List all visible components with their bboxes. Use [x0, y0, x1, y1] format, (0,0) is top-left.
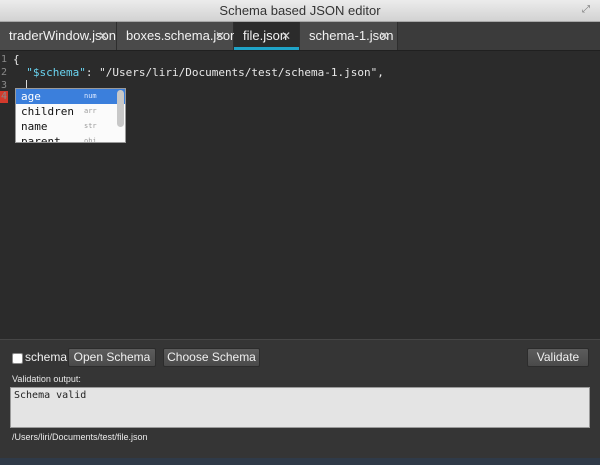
autocomplete-item-age[interactable]: age num — [16, 89, 125, 104]
active-tab-indicator — [234, 47, 299, 50]
tab-boxes-schema[interactable]: boxes.schema.json ✕ — [117, 22, 237, 50]
background-window-edge — [0, 458, 600, 465]
validate-button[interactable]: Validate — [527, 348, 589, 367]
json-key: "$schema" — [26, 66, 86, 79]
window-title: Schema based JSON editor — [219, 3, 381, 18]
close-icon[interactable]: ✕ — [379, 22, 389, 50]
close-icon[interactable]: ✕ — [215, 22, 225, 50]
autocomplete-label: children — [21, 105, 74, 118]
line-gutter: 1 2 3 4 — [0, 51, 10, 339]
autocomplete-type: obj — [84, 137, 97, 143]
autocomplete-popup[interactable]: age num children arr name str parent obj — [15, 88, 126, 143]
autocomplete-type: arr — [84, 107, 97, 115]
choose-schema-button[interactable]: Choose Schema — [163, 348, 260, 367]
line-number: 2 — [1, 67, 8, 78]
title-bar: Schema based JSON editor ⤢ — [0, 0, 600, 22]
open-brace: { — [13, 53, 20, 66]
validation-output-field[interactable]: Schema valid — [10, 387, 590, 428]
autocomplete-label: age — [21, 90, 41, 103]
autocomplete-label: parent — [21, 135, 61, 143]
app-window: Schema based JSON editor ⤢ traderWindow.… — [0, 0, 600, 458]
json-comma: , — [377, 66, 384, 79]
autocomplete-type: str — [84, 122, 97, 130]
autocomplete-type: num — [84, 92, 97, 100]
code-line-2: "$schema": "/Users/liri/Documents/test/s… — [13, 66, 384, 80]
tab-traderwindow[interactable]: traderWindow.json ✕ — [0, 22, 117, 50]
file-path-status: /Users/liri/Documents/test/file.json — [12, 432, 148, 442]
validation-panel: schema Open Schema Choose Schema Validat… — [0, 339, 600, 458]
tab-file[interactable]: file.json ✕ — [234, 22, 300, 50]
close-icon[interactable]: ✕ — [281, 22, 291, 50]
autocomplete-item-name[interactable]: name str — [16, 119, 125, 134]
line-number: 4 — [1, 91, 8, 102]
fullscreen-icon[interactable]: ⤢ — [580, 4, 592, 16]
validation-output-label: Validation output: — [12, 374, 81, 384]
json-value: "/Users/liri/Documents/test/schema-1.jso… — [99, 66, 378, 79]
open-schema-button[interactable]: Open Schema — [68, 348, 156, 367]
code-line-1: { — [13, 53, 20, 67]
autocomplete-item-parent[interactable]: parent obj — [16, 134, 125, 143]
schema-checkbox-label: schema — [25, 350, 68, 364]
json-separator: : — [85, 66, 100, 79]
autocomplete-item-children[interactable]: children arr — [16, 104, 125, 119]
close-icon[interactable]: ✕ — [98, 22, 108, 50]
autocomplete-label: name — [21, 120, 48, 133]
tab-schema-1[interactable]: schema-1.json ✕ — [300, 22, 398, 50]
autocomplete-scrollbar[interactable] — [117, 90, 124, 127]
schema-checkbox[interactable] — [12, 353, 23, 364]
tab-bar: traderWindow.json ✕ boxes.schema.json ✕ … — [0, 22, 600, 51]
line-number: 1 — [1, 54, 8, 65]
